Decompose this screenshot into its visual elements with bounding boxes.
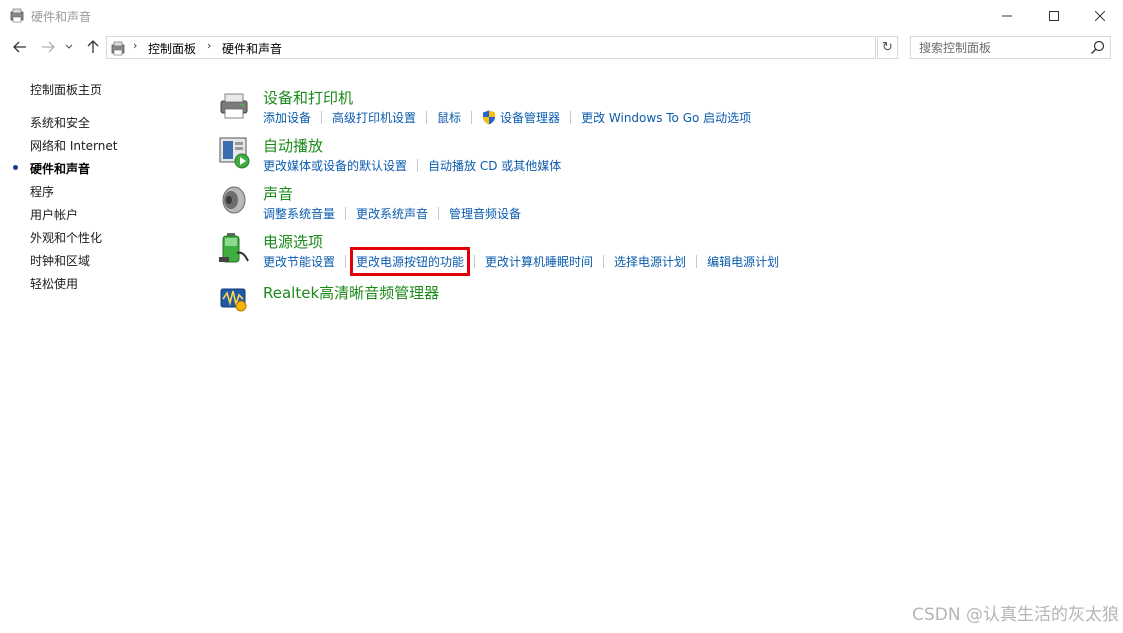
- window-title: 硬件和声音: [31, 10, 92, 24]
- category-links: 调整系统音量 更改系统声音 管理音频设备: [263, 205, 521, 222]
- link-edit-power-plan[interactable]: 编辑电源计划: [707, 253, 779, 270]
- chevron-down-icon: [65, 44, 73, 49]
- forward-button[interactable]: [38, 37, 58, 57]
- search-icon[interactable]: [1090, 40, 1105, 55]
- active-bullet-icon: [13, 165, 18, 170]
- link-divider: [426, 111, 428, 124]
- chevron-right-icon[interactable]: ›: [207, 39, 211, 52]
- autoplay-icon[interactable]: [217, 135, 251, 169]
- navigation-bar: › 控制面板 › 硬件和声音 ↻: [0, 31, 1123, 63]
- title-bar: 硬件和声音: [0, 0, 1123, 31]
- link-divider: [345, 207, 347, 220]
- sidebar-item-control-panel-home[interactable]: 控制面板主页: [30, 81, 102, 98]
- category-links: 更改节能设置 更改电源按钮的功能 更改计算机睡眠时间 选择电源计划 编辑电源计划: [263, 247, 779, 276]
- control-panel-icon: [111, 41, 125, 56]
- search-box[interactable]: [910, 36, 1111, 59]
- arrow-right-icon: [42, 41, 55, 53]
- link-divider: [474, 255, 476, 268]
- sidebar-item-clock-region[interactable]: 时钟和区域: [30, 252, 90, 269]
- battery-icon[interactable]: [217, 231, 251, 265]
- link-change-system-sounds[interactable]: 更改系统声音: [356, 205, 428, 222]
- link-mouse[interactable]: 鼠标: [437, 109, 461, 126]
- sidebar-item-appearance[interactable]: 外观和个性化: [30, 229, 102, 246]
- speaker-icon[interactable]: [217, 183, 251, 217]
- sidebar-item-hardware-sound[interactable]: 硬件和声音: [30, 160, 90, 177]
- sidebar-item-network-internet[interactable]: 网络和 Internet: [30, 137, 117, 154]
- link-add-device[interactable]: 添加设备: [263, 109, 311, 126]
- close-button[interactable]: [1077, 0, 1123, 31]
- breadcrumb-hardware-sound[interactable]: 硬件和声音: [222, 40, 282, 57]
- sidebar-item-programs[interactable]: 程序: [30, 183, 54, 200]
- search-input[interactable]: [911, 37, 1087, 58]
- arrow-up-icon: [87, 40, 99, 53]
- sidebar-item-user-accounts[interactable]: 用户帐户: [30, 206, 78, 223]
- link-divider: [417, 159, 419, 172]
- refresh-icon: ↻: [882, 40, 893, 55]
- address-bar[interactable]: › 控制面板 › 硬件和声音: [106, 36, 975, 59]
- link-divider: [345, 255, 347, 268]
- maximize-button[interactable]: [1031, 0, 1077, 31]
- printer-icon[interactable]: [217, 87, 251, 121]
- link-advanced-printer-setup[interactable]: 高级打印机设置: [332, 109, 416, 126]
- category-title-devices-printers[interactable]: 设备和打印机: [263, 87, 353, 108]
- breadcrumb-control-panel[interactable]: 控制面板: [148, 40, 196, 57]
- link-change-power-saving-settings[interactable]: 更改节能设置: [263, 253, 335, 270]
- control-panel-icon: [10, 8, 24, 23]
- link-divider: [570, 111, 572, 124]
- link-manage-audio-devices[interactable]: 管理音频设备: [449, 205, 521, 222]
- link-divider: [603, 255, 605, 268]
- category-title-autoplay[interactable]: 自动播放: [263, 135, 323, 156]
- category-links: 添加设备 高级打印机设置 鼠标 设备管理器 更改 Windows To Go 启…: [263, 109, 751, 126]
- link-divider: [321, 111, 323, 124]
- minimize-icon: [1002, 15, 1012, 16]
- back-button[interactable]: [10, 37, 30, 57]
- link-adjust-volume[interactable]: 调整系统音量: [263, 205, 335, 222]
- link-change-media-defaults[interactable]: 更改媒体或设备的默认设置: [263, 157, 407, 174]
- arrow-left-icon: [13, 41, 26, 53]
- recent-locations-button[interactable]: [62, 37, 76, 57]
- up-button[interactable]: [83, 37, 103, 57]
- close-icon: [1095, 10, 1105, 21]
- uac-shield-icon: [483, 110, 496, 125]
- link-divider: [471, 111, 473, 124]
- maximize-icon: [1049, 10, 1059, 21]
- sidebar-item-ease-of-access[interactable]: 轻松使用: [30, 275, 78, 292]
- link-change-power-button-function[interactable]: 更改电源按钮的功能: [350, 247, 471, 276]
- category-title-power-options[interactable]: 电源选项: [263, 231, 323, 252]
- category-title-realtek-audio[interactable]: Realtek高清晰音频管理器: [263, 282, 439, 303]
- link-device-manager[interactable]: 设备管理器: [500, 109, 560, 126]
- link-divider: [438, 207, 440, 220]
- sidebar-item-system-security[interactable]: 系统和安全: [30, 114, 90, 131]
- chevron-right-icon[interactable]: ›: [133, 39, 137, 52]
- watermark: CSDN @认真生活的灰太狼: [912, 605, 1119, 625]
- refresh-button[interactable]: ↻: [877, 36, 898, 59]
- category-title-sound[interactable]: 声音: [263, 183, 293, 204]
- link-divider: [696, 255, 698, 268]
- link-choose-power-plan[interactable]: 选择电源计划: [614, 253, 686, 270]
- link-change-sleep-time[interactable]: 更改计算机睡眠时间: [485, 253, 593, 270]
- category-links: 更改媒体或设备的默认设置 自动播放 CD 或其他媒体: [263, 157, 561, 174]
- realtek-audio-icon[interactable]: [217, 282, 251, 316]
- link-windows-to-go[interactable]: 更改 Windows To Go 启动选项: [581, 109, 751, 126]
- minimize-button[interactable]: [984, 0, 1030, 31]
- link-autoplay-cd[interactable]: 自动播放 CD 或其他媒体: [428, 157, 561, 174]
